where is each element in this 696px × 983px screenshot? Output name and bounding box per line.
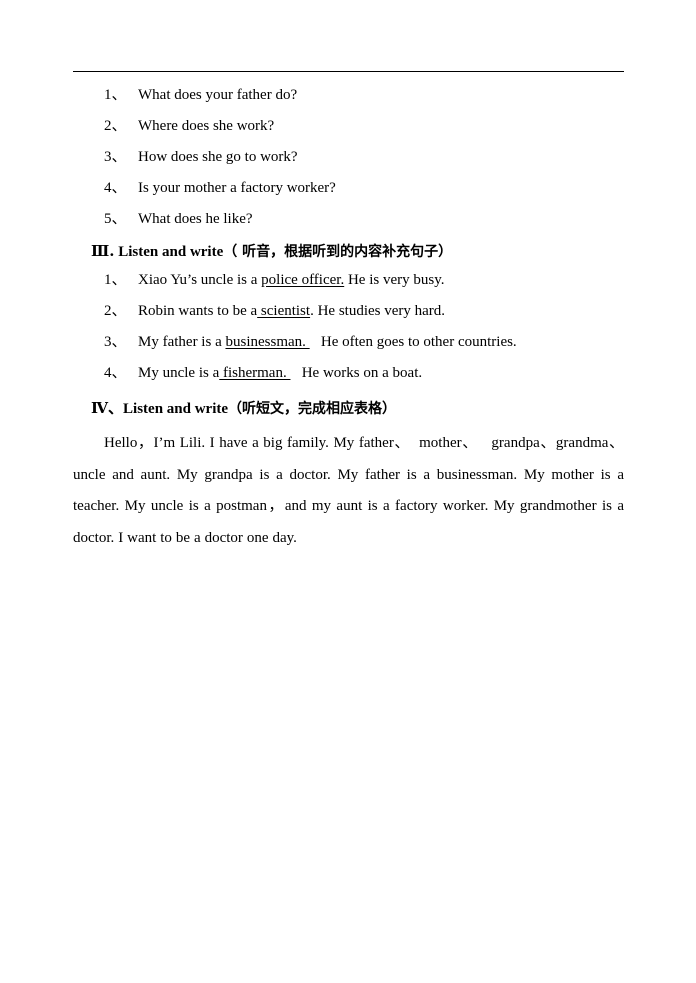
answer-blank[interactable]: scientist — [257, 303, 310, 319]
item-number: 3、 — [104, 334, 127, 350]
fill-in-item: 3、 My father is a businessman. He often … — [73, 327, 624, 358]
question-number: 5、 — [104, 211, 127, 227]
section-iv-roman-numeral: Ⅳ — [91, 399, 109, 417]
question-number: 2、 — [104, 118, 127, 134]
answer-blank[interactable]: businessman. — [225, 334, 309, 350]
item-number: 4、 — [104, 365, 127, 381]
question-item: 3、 How does she go to work? — [73, 142, 624, 173]
question-text: Is your mother a factory worker? — [138, 180, 336, 196]
sentence-prefix: My father is a — [138, 334, 226, 350]
question-number: 4、 — [104, 180, 127, 196]
listening-passage: Hello，I’m Lili. I have a big family. My … — [73, 435, 628, 546]
section-iii-heading-english: Listen and write — [114, 244, 224, 260]
item-number: 1、 — [104, 272, 127, 288]
answer-blank[interactable]: fisherman. — [219, 365, 290, 381]
section-iv-heading-chinese: （听短文，完成相应表格） — [228, 401, 397, 417]
question-item: 1、 What does your father do? — [73, 80, 624, 111]
item-text: Robin wants to be a scientist. He studie… — [138, 296, 624, 327]
sentence-suffix: . He studies very hard. — [310, 303, 446, 319]
header-separator-rule — [73, 71, 624, 72]
item-text: My father is a businessman. He often goe… — [138, 327, 624, 358]
fill-in-item: 2、 Robin wants to be a scientist. He stu… — [73, 296, 624, 327]
sentence-prefix: Xiao Yu’s uncle is a — [138, 272, 262, 288]
item-text: My uncle is a fisherman. He works on a b… — [138, 358, 624, 389]
question-item: 2、 Where does she work? — [73, 111, 624, 142]
question-text: Where does she work? — [138, 118, 275, 134]
question-number: 3、 — [104, 149, 127, 165]
worksheet-page: 1、 What does your father do? 2、 Where do… — [0, 0, 696, 983]
fill-in-item: 4、 My uncle is a fisherman. He works on … — [73, 358, 624, 389]
section-ii-question-list: 1、 What does your father do? 2、 Where do… — [73, 80, 624, 235]
answer-blank[interactable]: police officer. — [261, 272, 344, 288]
item-text: Xiao Yu’s uncle is a police officer. He … — [138, 265, 624, 296]
section-iii-heading: Ⅲ. Listen and write（ 听音，根据听到的内容补充句子） — [73, 238, 624, 265]
section-iv-heading: Ⅳ、Listen and write（听短文，完成相应表格） — [73, 395, 624, 422]
question-item: 4、 Is your mother a factory worker? — [73, 173, 624, 204]
fill-in-item: 1、 Xiao Yu’s uncle is a police officer. … — [73, 265, 624, 296]
sentence-suffix: He works on a boat. — [290, 365, 423, 381]
section-iii-roman-numeral: Ⅲ. — [91, 242, 115, 260]
question-number: 1、 — [104, 87, 127, 103]
question-item: 5、 What does he like? — [73, 204, 624, 235]
section-iii-heading-chinese: （ 听音，根据听到的内容补充句子） — [223, 244, 453, 260]
question-text: What does he like? — [138, 211, 253, 227]
sentence-suffix: He often goes to other countries. — [309, 334, 517, 350]
item-number: 2、 — [104, 303, 127, 319]
question-text: How does she go to work? — [138, 149, 298, 165]
section-iv-heading-english: 、Listen and write — [108, 401, 229, 417]
document-content: 1、 What does your father do? 2、 Where do… — [73, 80, 624, 554]
sentence-prefix: Robin wants to be a — [138, 303, 258, 319]
section-iii-item-list: 1、 Xiao Yu’s uncle is a police officer. … — [73, 265, 624, 389]
question-text: What does your father do? — [138, 87, 298, 103]
sentence-prefix: My uncle is a — [138, 365, 220, 381]
sentence-suffix: He is very busy. — [344, 272, 445, 288]
